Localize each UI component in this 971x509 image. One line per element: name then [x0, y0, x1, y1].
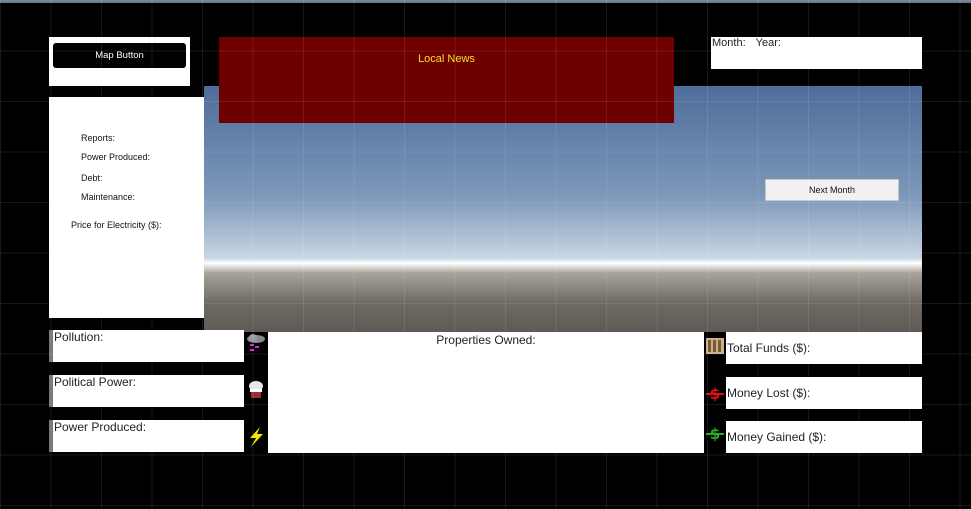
total-funds-label: Total Funds ($): [727, 341, 811, 355]
date-display: Month: Year: [711, 37, 922, 69]
pollution-label: Pollution: [54, 330, 104, 344]
report-power-produced: Power Produced: [81, 152, 151, 162]
power-produced-box: Power Produced: [49, 420, 244, 452]
local-news-title: Local News [418, 53, 475, 65]
political-power-box: Political Power: [49, 375, 244, 407]
money-lost-icon: $ [705, 384, 725, 404]
pollution-box: Pollution: [49, 330, 244, 362]
report-maintenance: Maintenance: [81, 192, 136, 202]
properties-owned-panel: Properties Owned: [268, 332, 704, 453]
lightning-icon [244, 425, 268, 449]
year-label: Year: [755, 37, 781, 49]
month-label: Month: [712, 37, 746, 49]
reports-label: Reports: [81, 133, 116, 143]
local-news-banner: Local News [219, 37, 674, 123]
political-power-label: Political Power: [54, 375, 137, 389]
capitol-icon [245, 378, 267, 400]
total-funds-box: Total Funds ($): [726, 332, 922, 364]
power-produced-label: Power Produced: [54, 420, 147, 434]
map-button[interactable]: Map Button [53, 43, 186, 68]
next-month-button[interactable]: Next Month [765, 179, 899, 201]
properties-owned-label: Properties Owned: [436, 333, 536, 347]
price-for-electricity-label: Price for Electricity ($): [71, 220, 162, 230]
report-debt: Debt: [81, 173, 103, 183]
cash-stack-icon [705, 336, 725, 356]
money-gained-label: Money Gained ($): [727, 430, 827, 444]
money-gained-icon: $ [705, 424, 725, 444]
reports-panel: Reports: Power Produced: Debt: Maintenan… [49, 97, 204, 318]
money-lost-label: Money Lost ($): [727, 386, 811, 400]
cloud-icon [245, 332, 267, 354]
money-lost-box: Money Lost ($): [726, 377, 922, 409]
money-gained-box: Money Gained ($): [726, 421, 922, 453]
